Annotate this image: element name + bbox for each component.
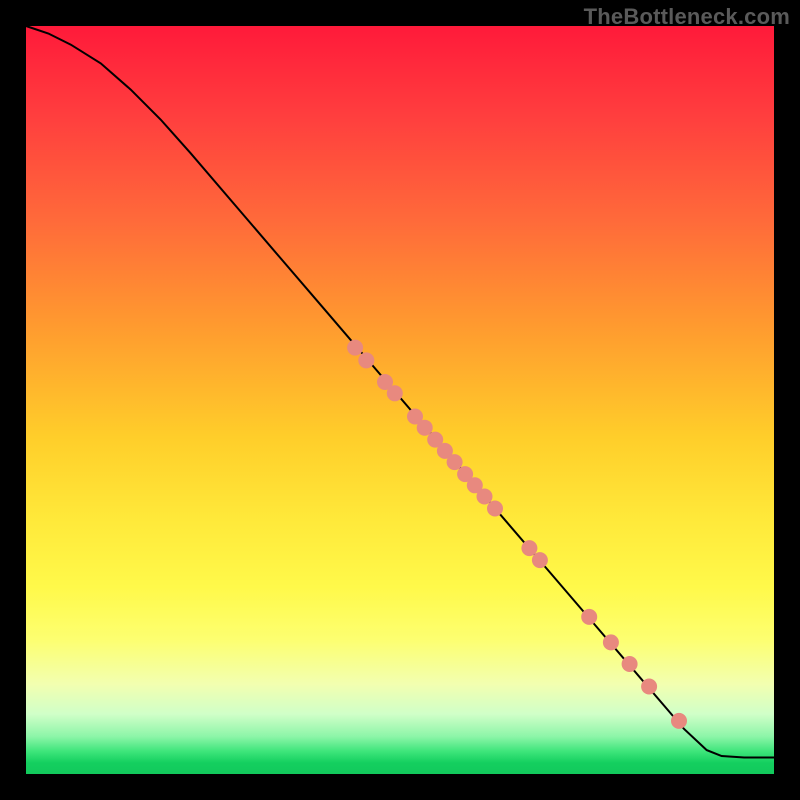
data-marker <box>347 340 363 356</box>
data-marker <box>447 454 463 470</box>
data-marker <box>581 609 597 625</box>
data-marker <box>622 656 638 672</box>
data-marker <box>532 552 548 568</box>
chart-frame: TheBottleneck.com <box>0 0 800 800</box>
data-marker <box>671 713 687 729</box>
data-marker <box>477 489 493 505</box>
watermark-text: TheBottleneck.com <box>584 4 790 30</box>
data-marker <box>603 634 619 650</box>
data-marker <box>358 352 374 368</box>
data-marker <box>487 501 503 517</box>
data-marker <box>641 679 657 695</box>
data-marker <box>521 540 537 556</box>
chart-plot-area <box>26 26 774 774</box>
chart-svg <box>26 26 774 774</box>
data-marker <box>387 385 403 401</box>
